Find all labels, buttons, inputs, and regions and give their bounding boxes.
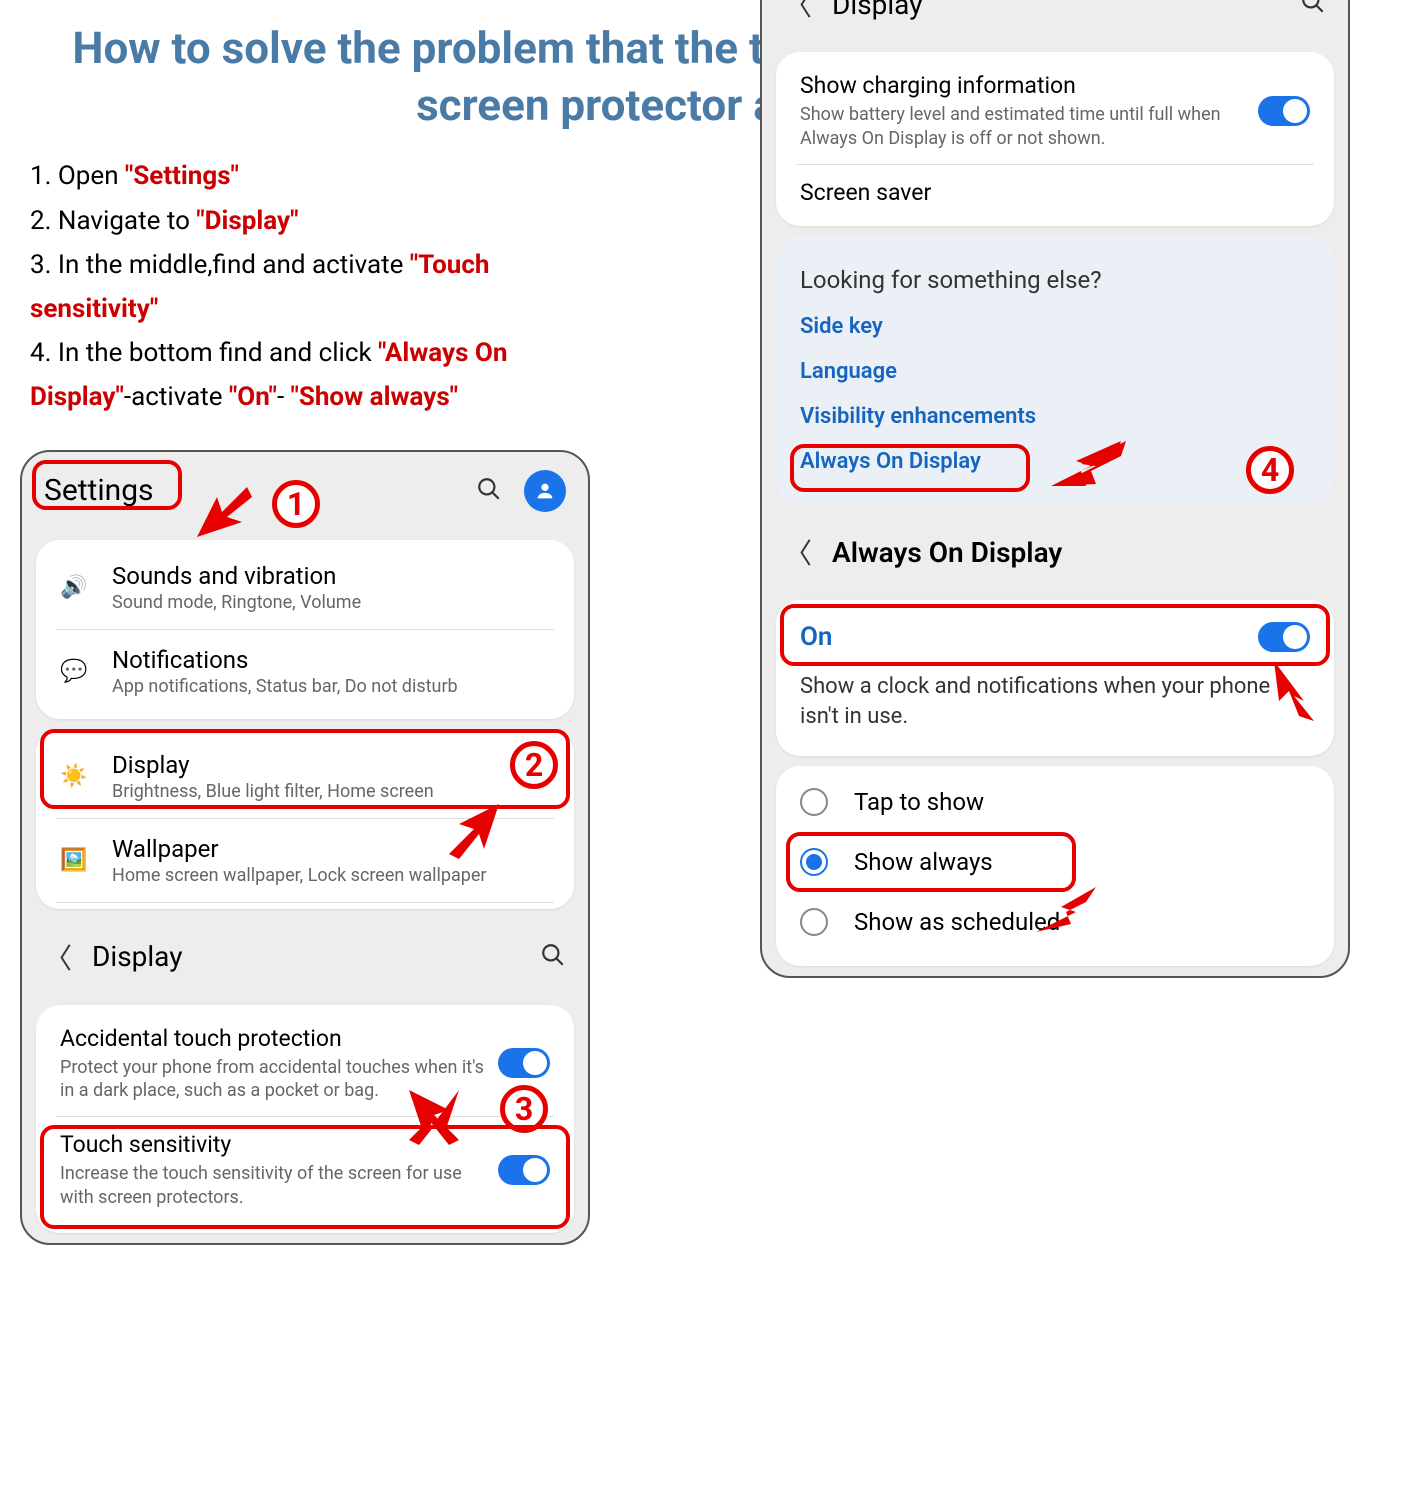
radio-icon <box>800 848 828 876</box>
item-display[interactable]: ☀️ DisplayBrightness, Blue light filter,… <box>36 735 574 818</box>
toggle-charging[interactable] <box>1258 96 1310 126</box>
setting-accidental-touch[interactable]: Accidental touch protection Protect your… <box>36 1011 574 1117</box>
aod-on-row[interactable]: On <box>776 606 1334 668</box>
radio-icon <box>800 788 828 816</box>
search-icon[interactable] <box>540 942 566 972</box>
toggle-accidental[interactable] <box>498 1048 550 1078</box>
item-wallpaper[interactable]: 🖼️ WallpaperHome screen wallpaper, Lock … <box>36 819 574 902</box>
display-icon: ☀️ <box>56 758 92 794</box>
notification-icon: 💬 <box>56 653 92 689</box>
back-icon[interactable]: 〈 <box>784 0 812 24</box>
looking-for-card: Looking for something else? Side key Lan… <box>776 236 1334 504</box>
back-icon[interactable]: 〈 <box>44 937 72 977</box>
aod-header: 〈 Always On Display <box>762 514 1348 590</box>
display-header-right: 〈 Display <box>762 0 1348 42</box>
settings-header: Settings <box>22 452 588 530</box>
aod-desc: Show a clock and notifications when your… <box>776 668 1334 749</box>
settings-title: Settings <box>44 473 154 508</box>
link-side-key[interactable]: Side key <box>776 304 1334 349</box>
phone-left: Settings 1 🔊 Sounds and vibrationSound m… <box>20 450 590 1246</box>
looking-title: Looking for something else? <box>776 248 1334 304</box>
item-sounds[interactable]: 🔊 Sounds and vibrationSound mode, Ringto… <box>36 546 574 629</box>
setting-screensaver[interactable]: Screen saver <box>776 165 1334 220</box>
radio-icon <box>800 908 828 936</box>
search-icon[interactable] <box>476 476 502 506</box>
toggle-aod[interactable] <box>1258 622 1310 652</box>
phone-right: 〈 Display Show charging information Show… <box>760 0 1350 978</box>
display-subheader: 〈 Display <box>22 919 588 995</box>
instruction-steps: 1. Open "Settings" 2. Navigate to "Displ… <box>20 154 620 429</box>
wallpaper-icon: 🖼️ <box>56 842 92 878</box>
link-language[interactable]: Language <box>776 349 1334 394</box>
link-visibility[interactable]: Visibility enhancements <box>776 394 1334 439</box>
setting-touch-sensitivity[interactable]: Touch sensitivity Increase the touch sen… <box>36 1117 574 1223</box>
toggle-touch-sensitivity[interactable] <box>498 1155 550 1185</box>
profile-avatar[interactable] <box>524 470 566 512</box>
back-icon[interactable]: 〈 <box>784 532 812 572</box>
radio-show-always[interactable]: Show always <box>776 832 1334 892</box>
link-aod[interactable]: Always On Display <box>776 439 1334 484</box>
setting-charging-info[interactable]: Show charging information Show battery l… <box>776 58 1334 164</box>
item-notifications[interactable]: 💬 NotificationsApp notifications, Status… <box>36 630 574 713</box>
radio-show-scheduled[interactable]: Show as scheduled <box>776 892 1334 952</box>
radio-tap-to-show[interactable]: Tap to show <box>776 772 1334 832</box>
search-icon[interactable] <box>1300 0 1326 19</box>
sound-icon: 🔊 <box>56 569 92 605</box>
